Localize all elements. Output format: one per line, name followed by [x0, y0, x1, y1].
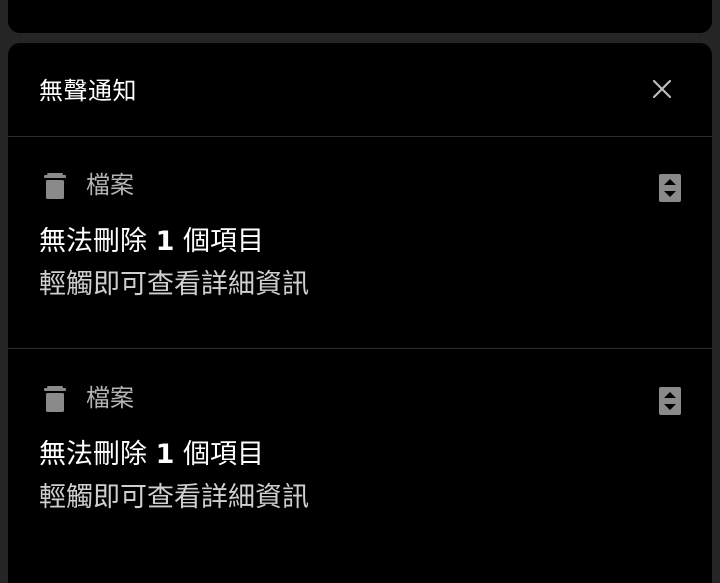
- notification-text: 輕觸即可查看詳細資訊: [39, 482, 309, 513]
- trash-icon: [44, 386, 66, 412]
- previous-notification-card[interactable]: [8, 0, 712, 33]
- notification-title-prefix: 無法刪除: [39, 226, 147, 257]
- notification-item[interactable]: 檔案 無法刪除 1 個項目 輕觸即可查看詳細資訊: [8, 349, 712, 560]
- notification-title-suffix: 個項目: [182, 226, 264, 257]
- close-button[interactable]: [650, 77, 674, 101]
- panel-title: 無聲通知: [39, 77, 137, 105]
- notification-title-count: 1: [155, 439, 175, 470]
- trash-icon: [44, 173, 66, 199]
- expand-button[interactable]: [659, 174, 681, 202]
- notification-item[interactable]: 檔案 無法刪除 1 個項目 輕觸即可查看詳細資訊: [8, 137, 712, 349]
- expand-collapse-icon: [659, 174, 681, 202]
- notification-title-count: 1: [155, 226, 175, 257]
- notification-title-prefix: 無法刪除: [39, 439, 147, 470]
- notification-app-name: 檔案: [86, 171, 134, 199]
- notification-app-name: 檔案: [86, 384, 134, 412]
- close-icon: [652, 79, 672, 99]
- silent-notifications-panel: 無聲通知 檔案 無法刪除 1 個項目 輕觸即可查看詳細資訊 檔案 無法刪除 1 …: [8, 43, 712, 583]
- notification-title: 無法刪除 1 個項目: [39, 224, 264, 260]
- notification-title-suffix: 個項目: [182, 439, 264, 470]
- notification-text: 輕觸即可查看詳細資訊: [39, 269, 309, 300]
- expand-button[interactable]: [659, 387, 681, 415]
- expand-collapse-icon: [659, 387, 681, 415]
- panel-header: 無聲通知: [8, 43, 712, 137]
- notification-title: 無法刪除 1 個項目: [39, 437, 264, 473]
